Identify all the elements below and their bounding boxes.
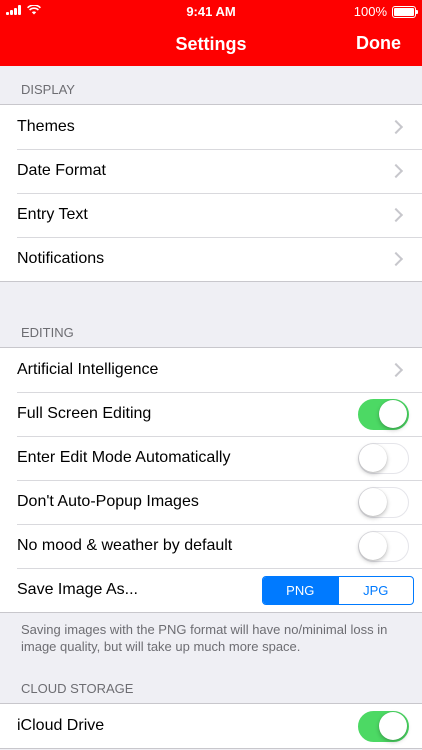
toggle-knob [359,444,387,472]
row-entry-text[interactable]: Entry Text [0,193,422,237]
row-label: iCloud Drive [17,717,105,734]
row-notifications[interactable]: Notifications [0,237,422,281]
section-header-editing: EDITING [21,325,74,340]
toggle-knob [359,532,387,560]
row-save-image-as: Save Image As... PNG JPG [0,568,422,612]
chevron-right-icon [388,119,404,135]
done-button[interactable]: Done [356,33,401,54]
toggle-knob [379,400,407,428]
image-format-footer-note: Saving images with the PNG format will h… [21,622,388,654]
row-full-screen-editing: Full Screen Editing [0,392,422,436]
navigation-header: 9:41 AM 100% Settings Done [0,0,422,66]
editing-group: Artificial Intelligence Full Screen Edit… [0,347,422,613]
row-label: Artificial Intelligence [17,361,159,378]
row-date-format[interactable]: Date Format [0,149,422,193]
chevron-right-icon [388,207,404,223]
toggle-knob [379,712,407,740]
row-label: Entry Text [17,206,88,223]
enter-edit-mode-toggle[interactable] [358,443,409,474]
row-auto-popup-images: Don't Auto-Popup Images [0,480,422,524]
icloud-drive-toggle[interactable] [358,711,409,742]
row-icloud-drive: iCloud Drive [0,704,422,748]
chevron-right-icon [388,251,404,267]
row-label: Themes [17,118,75,135]
segment-jpg[interactable]: JPG [337,577,414,604]
chevron-right-icon [388,362,404,378]
settings-list: DISPLAY Themes Date Format Entry Text No… [0,66,422,749]
row-label: Notifications [17,250,105,267]
display-group: Themes Date Format Entry Text Notificati… [0,104,422,282]
no-mood-weather-toggle[interactable] [358,531,409,562]
row-artificial-intelligence[interactable]: Artificial Intelligence [0,348,422,392]
full-screen-editing-toggle[interactable] [358,399,409,430]
cloud-group: iCloud Drive [0,703,422,749]
status-bar: 9:41 AM 100% [0,0,422,22]
row-label: Full Screen Editing [17,405,152,422]
row-label: Enter Edit Mode Automatically [17,449,231,466]
row-label: Date Format [17,162,106,179]
row-enter-edit-mode: Enter Edit Mode Automatically [0,436,422,480]
battery-icon [392,5,418,18]
row-no-mood-weather: No mood & weather by default [0,524,422,568]
toggle-knob [359,488,387,516]
segment-png[interactable]: PNG [263,577,338,604]
image-format-segmented-control: PNG JPG [262,576,414,605]
section-header-display: DISPLAY [21,82,75,97]
section-header-cloud: CLOUD STORAGE [21,681,134,696]
battery-percent: 100% [353,4,387,19]
auto-popup-images-toggle[interactable] [358,487,409,518]
chevron-right-icon [388,163,404,179]
row-label: Don't Auto-Popup Images [17,493,199,510]
status-right: 100% [353,4,418,19]
row-themes[interactable]: Themes [0,105,422,149]
row-label: Save Image As... [17,581,138,598]
row-label: No mood & weather by default [17,537,233,554]
